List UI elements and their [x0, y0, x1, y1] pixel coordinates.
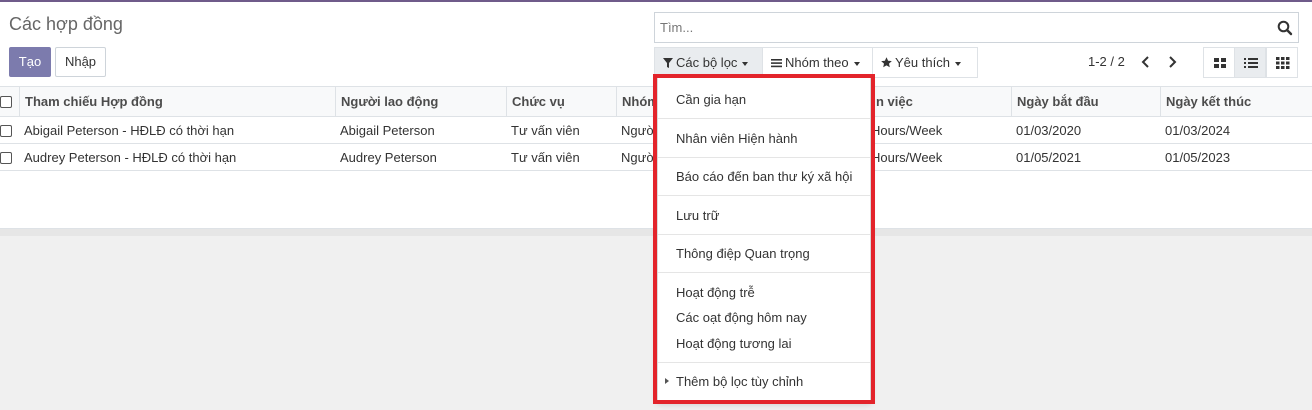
list-view-icon — [1244, 58, 1258, 68]
chevron-right-icon[interactable] — [1165, 54, 1179, 70]
control-panel: Các hợp đồng Tạo Nhập Các bộ lọc Nhóm th… — [0, 2, 1312, 86]
cell-end: 01/05/2023 — [1165, 150, 1231, 165]
view-switcher — [1203, 47, 1299, 78]
column-header-end[interactable]: Ngày kết thúc — [1160, 87, 1312, 117]
filter-icon — [663, 49, 673, 78]
cell-employee: Audrey Peterson — [340, 150, 437, 165]
column-header-job[interactable]: Chức vụ — [506, 87, 616, 117]
add-custom-filter[interactable]: Thêm bộ lọc tùy chỉnh — [658, 374, 870, 389]
contracts-list: Tham chiếu Hợp đồng Người lao động Chức … — [0, 86, 1312, 229]
search-input[interactable] — [655, 13, 1255, 42]
grid-view-button[interactable] — [1266, 47, 1298, 78]
filter-item-archived[interactable]: Lưu trữ — [658, 208, 870, 223]
filters-dropdown-menu: Cần gia hạn Nhân viên Hiện hành Báo cáo … — [657, 77, 871, 402]
cell-group: Người — [621, 150, 656, 165]
caret-down-icon — [742, 61, 749, 66]
filter-item-late-activities[interactable]: Hoạt động trễ — [658, 285, 870, 300]
pager-value[interactable]: 1-2 / 2 — [1088, 54, 1125, 69]
filter-item-current-employee[interactable]: Nhân viên Hiện hành — [658, 131, 870, 146]
grid-view-icon — [1276, 57, 1290, 69]
table-header: Tham chiếu Hợp đồng Người lao động Chức … — [0, 86, 1312, 117]
table-row[interactable]: Audrey Peterson - HĐLĐ có thời hạn Audre… — [0, 144, 1312, 171]
column-header-reference[interactable]: Tham chiếu Hợp đồng — [19, 87, 335, 117]
column-header-employee[interactable]: Người lao động — [335, 87, 506, 117]
column-header-work[interactable]: n việc — [871, 87, 1011, 117]
cell-job: Tư vấn viên — [511, 150, 580, 165]
column-header-start[interactable]: Ngày bắt đầu — [1011, 87, 1160, 117]
filter-item-to-renew[interactable]: Cần gia hạn — [658, 92, 870, 107]
row-checkbox[interactable] — [0, 152, 12, 164]
kanban-view-icon — [1214, 58, 1226, 68]
favorites-label: Yêu thích — [895, 55, 950, 70]
cell-group: Người — [621, 123, 656, 138]
page-title: Các hợp đồng — [9, 14, 123, 34]
import-button[interactable]: Nhập — [55, 47, 106, 77]
dropdown-divider — [658, 362, 870, 363]
select-all-checkbox[interactable] — [0, 96, 12, 108]
cell-start: 01/05/2021 — [1016, 150, 1082, 165]
dropdown-divider — [658, 118, 870, 119]
cell-employee: Abigail Peterson — [340, 123, 435, 138]
kanban-view-button[interactable] — [1203, 47, 1235, 78]
cell-job: Tư vấn viên — [511, 123, 580, 138]
list-footer — [0, 201, 1312, 229]
row-checkbox[interactable] — [0, 125, 12, 137]
cell-work: Hours/Week — [871, 123, 943, 138]
dropdown-divider — [658, 272, 870, 273]
caret-down-icon — [954, 61, 961, 66]
table-row[interactable]: Abigail Peterson - HĐLĐ có thời hạn Abig… — [0, 117, 1312, 144]
chevron-left-icon[interactable] — [1139, 54, 1153, 70]
search-options: Các bộ lọc Nhóm theo Yêu thích — [654, 47, 978, 78]
caret-down-icon — [853, 61, 860, 66]
dropdown-divider — [658, 234, 870, 235]
group-by-label: Nhóm theo — [785, 55, 849, 70]
bars-icon — [771, 49, 782, 78]
search-bar — [654, 12, 1299, 43]
dropdown-divider — [658, 157, 870, 158]
cell-reference: Audrey Peterson - HĐLĐ có thời hạn — [24, 150, 237, 165]
cell-start: 01/03/2020 — [1016, 123, 1082, 138]
search-icon[interactable] — [1277, 20, 1293, 36]
filter-item-today-activities[interactable]: Các oạt động hôm nay — [658, 310, 870, 325]
cell-work: Hours/Week — [871, 150, 943, 165]
favorites-dropdown-toggle[interactable]: Yêu thích — [872, 47, 978, 78]
filter-item-future-activities[interactable]: Hoạt động tương lai — [658, 336, 870, 351]
filter-item-social-secretariat[interactable]: Báo cáo đến ban thư ký xã hội — [658, 169, 870, 184]
group-by-dropdown-toggle[interactable]: Nhóm theo — [762, 47, 873, 78]
filter-item-important-messages[interactable]: Thông điệp Quan trọng — [658, 246, 870, 261]
filters-label: Các bộ lọc — [676, 55, 738, 70]
filters-dropdown-toggle[interactable]: Các bộ lọc — [654, 47, 763, 78]
dropdown-divider — [658, 195, 870, 196]
cell-end: 01/03/2024 — [1165, 123, 1231, 138]
star-icon — [881, 49, 892, 78]
create-button[interactable]: Tạo — [9, 47, 51, 77]
cell-reference: Abigail Peterson - HĐLĐ có thời hạn — [24, 123, 235, 138]
column-header-group[interactable]: Nhóm — [616, 87, 656, 117]
list-view-button[interactable] — [1234, 47, 1266, 78]
list-bottom-border — [0, 229, 1312, 236]
